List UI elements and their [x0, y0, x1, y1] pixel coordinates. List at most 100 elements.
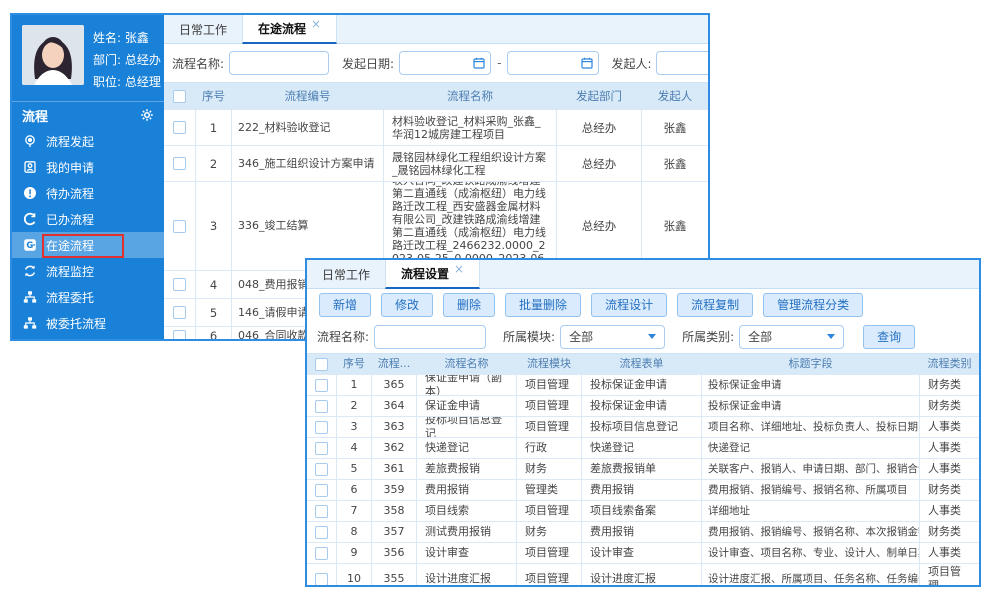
- row-checkbox[interactable]: [173, 306, 186, 319]
- tab-in-transit-processes[interactable]: 在途流程 ×: [242, 15, 337, 44]
- cell-module: 行政: [517, 438, 582, 458]
- cell-name: 快递登记: [417, 438, 517, 458]
- start-date-from-field: [399, 51, 491, 75]
- table-row[interactable]: 6 359 费用报销 管理类 费用报销 费用报销、报销编号、报销名称、所属项目 …: [307, 480, 979, 501]
- title-label: 职位:: [93, 75, 121, 89]
- exclamation-icon: [23, 186, 37, 200]
- row-checkbox[interactable]: [173, 121, 186, 134]
- table-row[interactable]: 10 355 设计进度汇报 项目管理 设计进度汇报 设计进度汇报、所属项目、任务…: [307, 564, 979, 585]
- name-value: 张鑫: [125, 31, 149, 45]
- cell-category: 财务类: [920, 522, 979, 542]
- cell-no: 2: [337, 396, 372, 416]
- row-checkbox[interactable]: [315, 442, 328, 455]
- row-checkbox[interactable]: [315, 547, 328, 560]
- date-range-separator: -: [496, 56, 502, 70]
- table-row[interactable]: 1 365 保证金申请（副本） 项目管理 投标保证金申请 投标保证金申请 财务类: [307, 375, 979, 396]
- row-checkbox[interactable]: [315, 573, 328, 586]
- cell-code: 359: [372, 480, 417, 500]
- tab-label: 日常工作: [179, 21, 227, 38]
- manage-process-category-button[interactable]: 管理流程分类: [763, 293, 863, 317]
- table-row[interactable]: 4 362 快递登记 行政 快递登记 快递登记 人事类: [307, 438, 979, 459]
- process-settings-table: 序号 流程... 流程名称 流程模块 流程表单 标题字段 流程类别 1 365 …: [307, 353, 979, 585]
- process-design-button[interactable]: 流程设计: [591, 293, 667, 317]
- module-select[interactable]: 全部: [560, 325, 665, 349]
- process-name-input[interactable]: [229, 51, 329, 75]
- row-checkbox[interactable]: [315, 505, 328, 518]
- table-header-row: 序号 流程编号 流程名称 发起部门 发起人: [164, 83, 708, 110]
- calendar-icon[interactable]: [581, 57, 593, 72]
- row-checkbox[interactable]: [173, 330, 186, 340]
- cell-title-fields: 费用报销、报销编号、报销名称、所属项目: [702, 480, 920, 500]
- header-name: 流程名称: [384, 83, 557, 109]
- tab-close-icon[interactable]: ×: [311, 19, 321, 29]
- cell-no: 10: [337, 564, 372, 585]
- table-row[interactable]: 1 222_材料验收登记 材料验收登记_材料采购_张鑫_华润12城房建工程项目 …: [164, 110, 708, 146]
- sidebar-item-my-applications[interactable]: 我的申请: [12, 154, 164, 180]
- delete-button[interactable]: 删除: [443, 293, 495, 317]
- table-row[interactable]: 5 361 差旅费报销 财务 差旅费报销单 关联客户、报销人、申请日期、部门、报…: [307, 459, 979, 480]
- add-button[interactable]: 新增: [319, 293, 371, 317]
- cell-form: 投标项目信息登记: [582, 417, 702, 437]
- process-name-label: 流程名称:: [172, 55, 224, 72]
- tab-process-settings[interactable]: 流程设置 ×: [385, 260, 480, 289]
- row-checkbox[interactable]: [315, 400, 328, 413]
- sidebar-item-process-start[interactable]: 流程发起: [12, 128, 164, 154]
- sidebar-menu: 流程发起 我的申请 待办流程: [12, 128, 164, 339]
- row-checkbox[interactable]: [315, 421, 328, 434]
- sidebar-item-label: 已办流程: [46, 211, 94, 228]
- svg-text:G: G: [26, 241, 33, 251]
- tab-daily-work[interactable]: 日常工作: [164, 15, 242, 43]
- cell-no: 4: [196, 271, 232, 298]
- process-name-input[interactable]: [374, 325, 486, 349]
- header-dept: 发起部门: [557, 83, 642, 109]
- cell-no: 8: [337, 522, 372, 542]
- table-row[interactable]: 2 364 保证金申请 项目管理 投标保证金申请 投标保证金申请 财务类: [307, 396, 979, 417]
- sync-icon: [23, 264, 37, 278]
- cell-module: 管理类: [517, 480, 582, 500]
- tab-bar: 日常工作 在途流程 ×: [164, 15, 708, 44]
- table-row[interactable]: 8 357 测试费用报销 财务 费用报销 费用报销、报销编号、报销名称、本次报销…: [307, 522, 979, 543]
- sidebar-item-delegated-processes[interactable]: 被委托流程: [12, 310, 164, 336]
- cell-module: 财务: [517, 522, 582, 542]
- category-select[interactable]: 全部: [739, 325, 844, 349]
- table-row[interactable]: 7 358 项目线索 项目管理 项目线索备案 详细地址 人事类: [307, 501, 979, 522]
- gear-icon[interactable]: [140, 108, 154, 122]
- sidebar-item-label: 待办流程: [46, 185, 94, 202]
- sidebar-item-done-processes[interactable]: 已办流程: [12, 206, 164, 232]
- initiator-input[interactable]: [656, 51, 708, 75]
- edit-button[interactable]: 修改: [381, 293, 433, 317]
- sidebar-item-in-transit-processes[interactable]: G 在途流程: [12, 232, 164, 258]
- cell-module: 项目管理: [517, 501, 582, 521]
- calendar-icon[interactable]: [473, 57, 485, 72]
- row-checkbox[interactable]: [315, 526, 328, 539]
- cell-name: 项目线索: [417, 501, 517, 521]
- sidebar-item-todo-processes[interactable]: 待办流程: [12, 180, 164, 206]
- select-all-checkbox[interactable]: [315, 358, 328, 371]
- tab-daily-work[interactable]: 日常工作: [307, 260, 385, 288]
- cell-category: 财务类: [920, 396, 979, 416]
- cell-title-fields: 费用报销、报销编号、报销名称、本次报销金额: [702, 522, 920, 542]
- filter-bar: 流程名称: 所属模块: 全部 所属类别: 全部 查询: [307, 320, 979, 353]
- table-row[interactable]: 2 346_施工组织设计方案申请 晟铭园林绿化工程组织设计方案_晟铭园林绿化工程…: [164, 146, 708, 182]
- process-copy-button[interactable]: 流程复制: [677, 293, 753, 317]
- sidebar-item-process-monitor[interactable]: 流程监控: [12, 258, 164, 284]
- cell-category: 财务类: [920, 480, 979, 500]
- search-button[interactable]: 查询: [863, 325, 915, 349]
- row-checkbox[interactable]: [315, 463, 328, 476]
- table-row[interactable]: 3 363 投标项目信息登记 项目管理 投标项目信息登记 项目名称、详细地址、投…: [307, 417, 979, 438]
- row-checkbox[interactable]: [173, 157, 186, 170]
- cell-name: 材料验收登记_材料采购_张鑫_华润12城房建工程项目: [384, 110, 557, 145]
- cell-module: 项目管理: [517, 417, 582, 437]
- sidebar-item-process-delegation[interactable]: 流程委托: [12, 284, 164, 310]
- row-checkbox[interactable]: [173, 278, 186, 291]
- batch-delete-button[interactable]: 批量删除: [505, 293, 581, 317]
- tab-close-icon[interactable]: ×: [454, 264, 464, 274]
- row-checkbox[interactable]: [173, 220, 186, 233]
- table-row[interactable]: 9 356 设计审查 项目管理 设计审查 设计审查、项目名称、专业、设计人、制单…: [307, 543, 979, 564]
- row-checkbox[interactable]: [315, 379, 328, 392]
- row-checkbox[interactable]: [315, 484, 328, 497]
- cell-name: 差旅费报销: [417, 459, 517, 479]
- profile-section: 姓名: 张鑫 部门: 总经办 职位: 总经理: [12, 15, 164, 101]
- select-all-checkbox[interactable]: [173, 90, 186, 103]
- header-category: 流程类别: [920, 354, 979, 374]
